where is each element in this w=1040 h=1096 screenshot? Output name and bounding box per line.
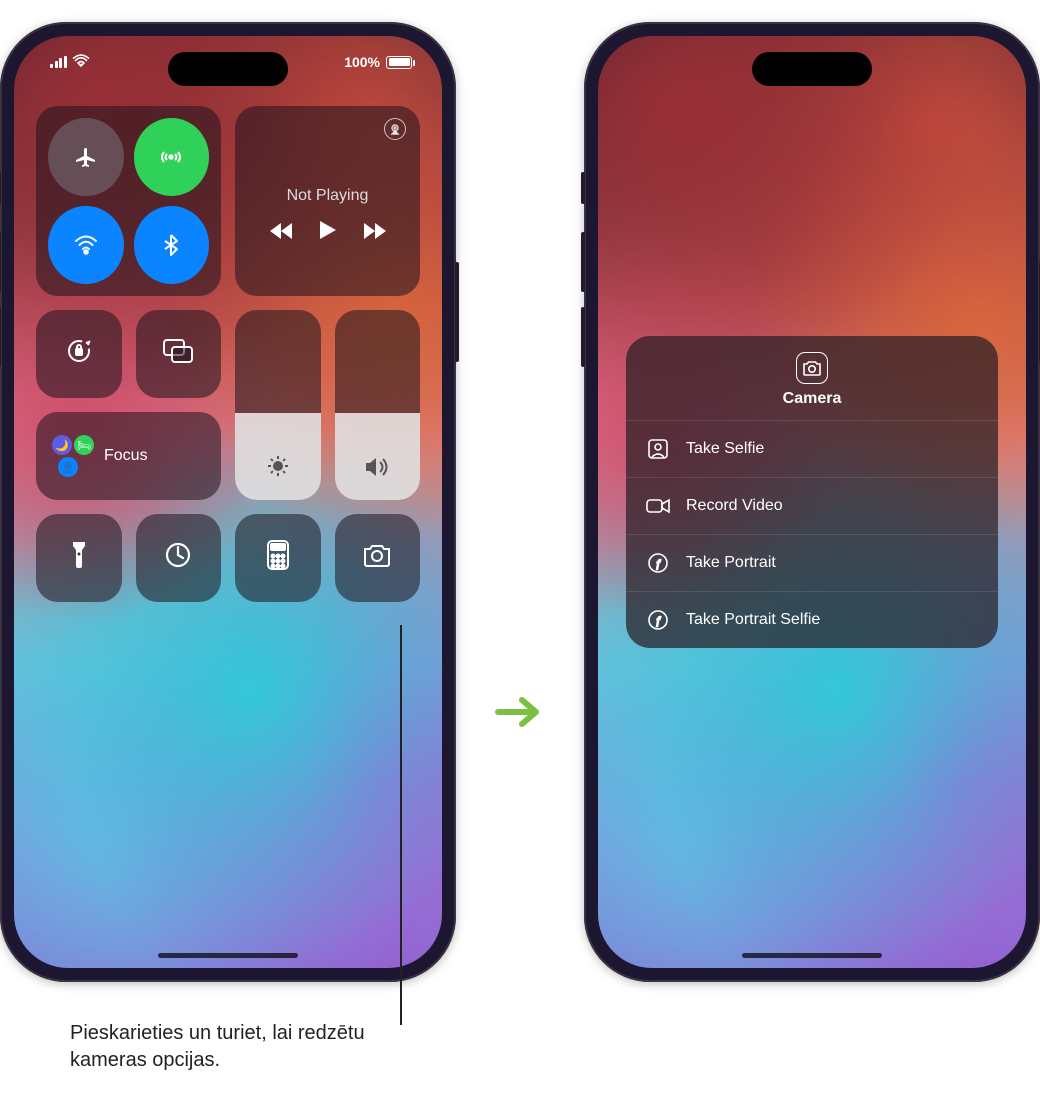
screen-right: Camera Take Selfie Record Video f <box>598 36 1026 968</box>
volume-icon <box>364 456 390 484</box>
camera-icon <box>362 543 392 574</box>
home-indicator <box>158 953 298 958</box>
media-forward-button[interactable] <box>364 219 386 245</box>
camera-menu-item-video[interactable]: Record Video <box>626 477 998 534</box>
flashlight-button[interactable] <box>36 514 122 602</box>
camera-menu-item-portrait[interactable]: f Take Portrait <box>626 534 998 591</box>
iphone-frame-left: 100% <box>0 22 456 982</box>
dynamic-island <box>168 52 288 86</box>
focus-button[interactable]: 🌙🛏👤 Focus <box>36 412 221 500</box>
camera-menu-item-portrait-selfie[interactable]: f Take Portrait Selfie <box>626 591 998 648</box>
airplay-icon[interactable] <box>384 118 406 140</box>
portrait-selfie-icon: f <box>646 608 670 632</box>
menu-item-label: Take Selfie <box>686 440 764 458</box>
volume-slider[interactable] <box>335 310 421 500</box>
menu-item-label: Take Portrait <box>686 554 776 572</box>
selfie-icon <box>646 437 670 461</box>
orientation-lock-button[interactable] <box>36 310 122 398</box>
camera-menu-title: Camera <box>626 390 998 408</box>
wifi-icon <box>74 235 98 255</box>
figure-stage: 100% <box>0 0 1040 982</box>
brightness-slider[interactable] <box>235 310 321 500</box>
camera-icon <box>796 352 828 384</box>
bluetooth-icon <box>163 233 179 257</box>
menu-item-label: Take Portrait Selfie <box>686 611 820 629</box>
media-play-button[interactable] <box>320 219 336 245</box>
wifi-status-icon <box>73 54 89 70</box>
screen-mirroring-button[interactable] <box>136 310 222 398</box>
battery-percent: 100% <box>344 54 380 70</box>
cellular-data-button[interactable] <box>134 118 210 196</box>
svg-text:f: f <box>656 558 661 570</box>
airplane-mode-button[interactable] <box>48 118 124 196</box>
cellular-signal-icon <box>50 56 67 68</box>
camera-menu-header: Camera <box>626 336 998 421</box>
timer-button[interactable] <box>136 514 222 602</box>
iphone-frame-right: Camera Take Selfie Record Video f <box>584 22 1040 982</box>
battery-icon <box>386 56 412 69</box>
wifi-button[interactable] <box>48 206 124 284</box>
camera-context-menu: Camera Take Selfie Record Video f <box>626 336 998 648</box>
control-center: Not Playing <box>36 106 420 602</box>
figure-caption: Pieskarieties un turiet, lai redzētu kam… <box>70 1020 410 1074</box>
cellular-icon <box>159 145 183 169</box>
connectivity-tile[interactable] <box>36 106 221 296</box>
media-back-button[interactable] <box>270 219 292 245</box>
portrait-icon: f <box>646 551 670 575</box>
focus-label: Focus <box>104 447 148 465</box>
brightness-icon <box>266 454 290 484</box>
focus-modes-icon: 🌙🛏👤 <box>52 435 94 477</box>
calculator-icon <box>267 540 289 577</box>
video-icon <box>646 494 670 518</box>
screen-mirroring-icon <box>163 339 193 370</box>
transition-arrow <box>496 694 544 730</box>
camera-menu-item-selfie[interactable]: Take Selfie <box>626 421 998 477</box>
media-title: Not Playing <box>287 187 369 205</box>
bluetooth-button[interactable] <box>134 206 210 284</box>
screen-left: 100% <box>14 36 442 968</box>
timer-icon <box>164 541 192 576</box>
orientation-lock-icon <box>65 337 93 372</box>
camera-button[interactable] <box>335 514 421 602</box>
svg-text:f: f <box>656 615 661 627</box>
calculator-button[interactable] <box>235 514 321 602</box>
media-tile[interactable]: Not Playing <box>235 106 420 296</box>
dynamic-island <box>752 52 872 86</box>
airplane-icon <box>74 145 98 169</box>
home-indicator <box>742 953 882 958</box>
flashlight-icon <box>71 540 87 577</box>
menu-item-label: Record Video <box>686 497 783 515</box>
callout-leader-line <box>400 625 402 1025</box>
